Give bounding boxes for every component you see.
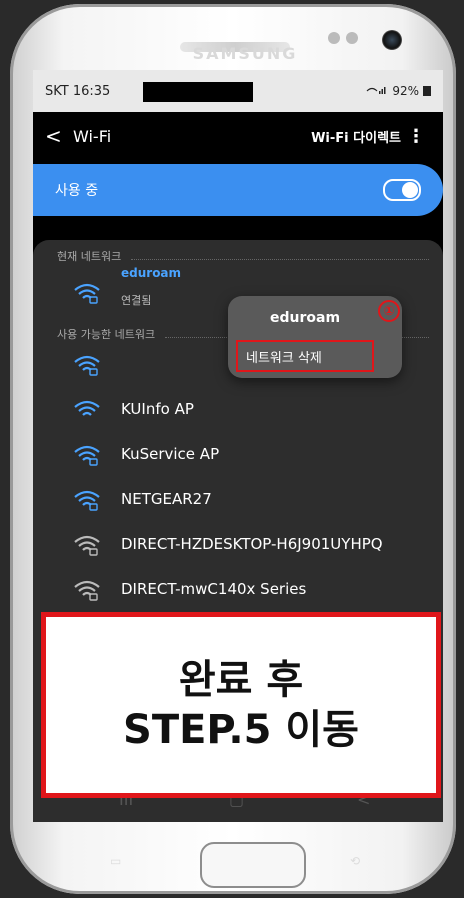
wifi-lock-icon: [74, 355, 100, 376]
status-bar: SKT 16:35 92%: [33, 70, 443, 112]
carrier-time: SKT 16:35: [45, 83, 111, 99]
current-network-header: 현재 네트워크: [33, 240, 443, 264]
network-context-menu: eduroam 네트워크 삭제: [228, 296, 402, 378]
network-row[interactable]: NETGEAR27: [33, 477, 443, 522]
page-title: Wi-Fi: [73, 126, 112, 146]
network-name: NETGEAR27: [121, 490, 212, 508]
network-row[interactable]: KUInfo AP: [33, 387, 443, 432]
network-name: KUInfo AP: [121, 400, 194, 418]
front-camera-icon: [382, 30, 402, 50]
wifi-icon: [74, 400, 100, 416]
chevron-left-icon[interactable]: <: [45, 124, 73, 148]
wifi-lock-icon: [74, 535, 100, 556]
network-row[interactable]: DIRECT-mwC140x Series: [33, 567, 443, 612]
network-name: DIRECT-HZDESKTOP-H6J901UYHPQ: [121, 535, 383, 553]
recent-apps-key[interactable]: ▭: [110, 854, 121, 868]
wifi-signal-icon: [366, 84, 388, 98]
sensor-dot: [346, 32, 358, 44]
callout-line2: STEP.5 이동: [123, 707, 359, 753]
wifi-switch[interactable]: [383, 179, 421, 201]
network-name: KuService AP: [121, 445, 220, 463]
network-row[interactable]: DIRECT-HZDESKTOP-H6J901UYHPQ: [33, 522, 443, 567]
network-name: DIRECT-mwC140x Series: [121, 580, 307, 598]
step-marker: ①: [378, 300, 400, 322]
redacted-area: [143, 82, 253, 102]
callout-line1: 완료 후: [178, 657, 304, 703]
wifi-direct-button[interactable]: Wi-Fi 다이렉트: [311, 127, 401, 146]
sensor-dot: [328, 32, 340, 44]
home-button[interactable]: [200, 842, 306, 888]
forget-network-button[interactable]: 네트워크 삭제: [236, 340, 374, 372]
wifi-lock-icon: [74, 490, 100, 511]
wifi-lock-icon: [74, 283, 100, 304]
wifi-toggle-row[interactable]: 사용 중: [33, 164, 443, 216]
instruction-callout: 완료 후 STEP.5 이동: [41, 612, 441, 798]
more-vert-icon[interactable]: ⋮: [401, 126, 431, 147]
back-key[interactable]: ⟲: [350, 854, 360, 868]
wifi-lock-icon: [74, 445, 100, 466]
brand-logo: SAMSUNG: [192, 44, 298, 63]
popup-title: eduroam: [270, 310, 341, 326]
current-network-name: eduroam: [121, 266, 182, 280]
current-network-status: 연결됨: [121, 294, 152, 307]
status-icons: 92%: [366, 84, 431, 98]
network-row[interactable]: KuService AP: [33, 432, 443, 477]
app-bar: < Wi-Fi Wi-Fi 다이렉트 ⋮: [33, 112, 443, 160]
wifi-toggle-label: 사용 중: [55, 183, 99, 199]
battery-icon: [423, 86, 431, 96]
wifi-lock-icon: [74, 580, 100, 601]
battery-percent: 92%: [392, 84, 419, 98]
